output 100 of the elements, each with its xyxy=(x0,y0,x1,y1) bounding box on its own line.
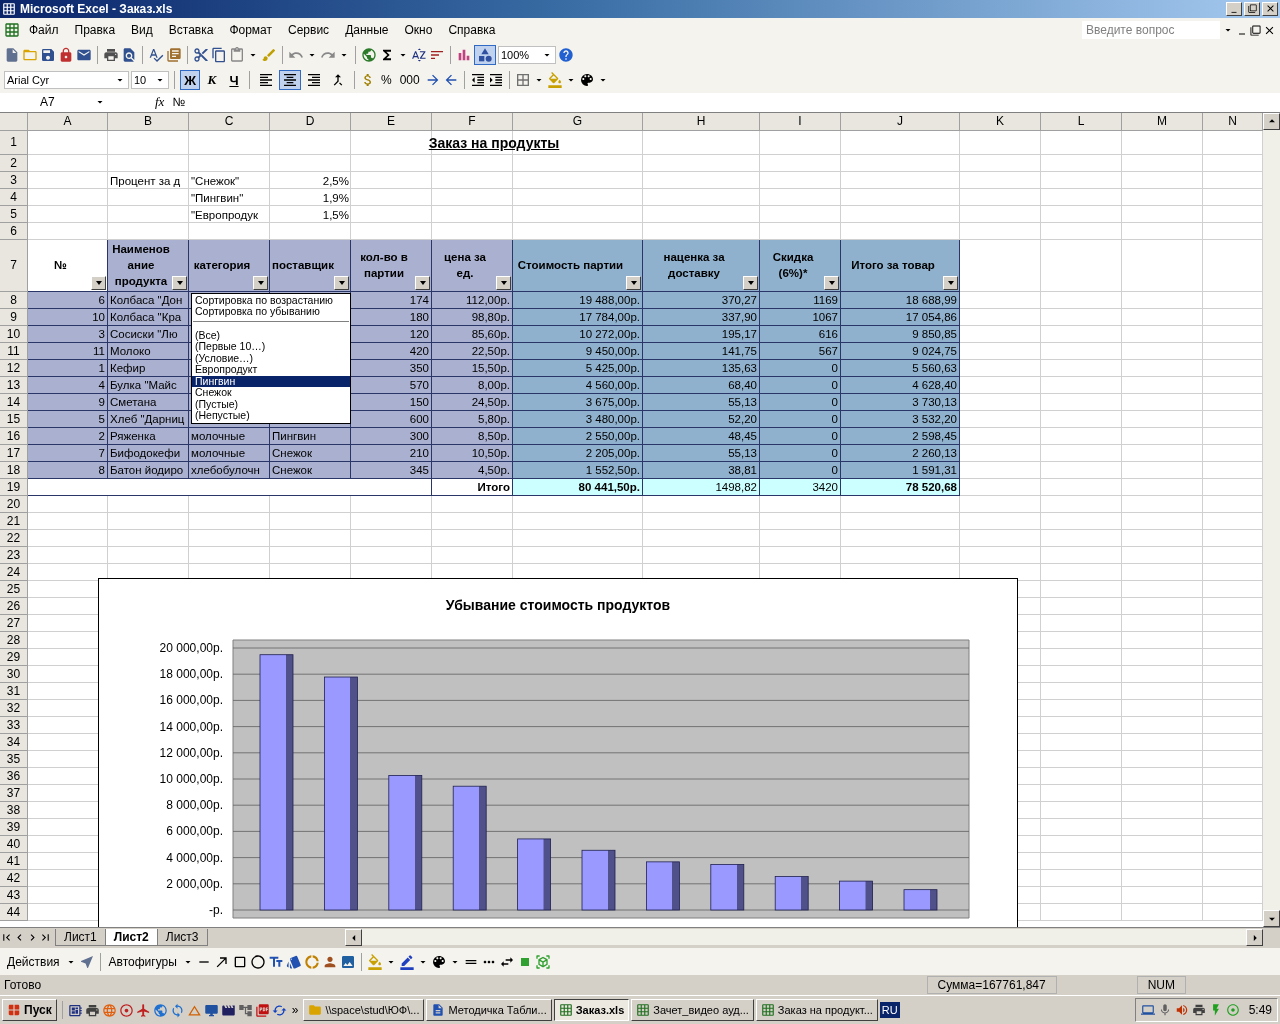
cube-icon[interactable] xyxy=(534,953,551,970)
menu-option[interactable]: (Условие…) xyxy=(192,352,350,365)
app-launcher-icon[interactable] xyxy=(237,1002,253,1018)
menu-option[interactable]: Сортировка по убыванию xyxy=(192,306,350,318)
fill-color-icon[interactable] xyxy=(366,953,383,970)
taskbar-button[interactable]: Заказ на продукт... xyxy=(755,999,878,1022)
filter-button[interactable] xyxy=(91,275,106,290)
menu-option[interactable]: (Первые 10…) xyxy=(192,341,350,353)
new-file-icon[interactable] xyxy=(4,47,20,64)
lock-icon[interactable] xyxy=(58,47,74,64)
line-color-icon[interactable] xyxy=(398,953,415,970)
font-color-icon[interactable] xyxy=(578,72,595,89)
filter-button[interactable] xyxy=(253,275,268,290)
font-style-button[interactable]: К xyxy=(202,70,222,91)
copy-icon[interactable] xyxy=(211,47,227,64)
spellcheck-icon[interactable] xyxy=(148,47,164,64)
menu-option[interactable]: (Пустые) xyxy=(192,398,350,411)
speaker-icon[interactable] xyxy=(1174,1003,1189,1018)
axis-label: 2 000,00р. xyxy=(166,876,223,891)
menu-item[interactable]: Вид xyxy=(124,21,160,40)
name-box[interactable]: A7 xyxy=(0,95,110,110)
spreadsheet-icon xyxy=(558,1003,573,1018)
horizontal-scrollbar[interactable] xyxy=(345,929,1263,946)
autoshapes-menu[interactable]: Автофигуры xyxy=(105,954,180,969)
menu-item[interactable]: Сервис xyxy=(281,21,337,40)
menu-item[interactable]: Вставка xyxy=(161,21,221,40)
help-search-field[interactable]: Введите вопрос xyxy=(1082,21,1220,40)
save-icon[interactable] xyxy=(40,47,56,64)
indent-icon[interactable] xyxy=(487,72,504,89)
taskbar-button[interactable]: Заказ.xls xyxy=(553,999,630,1022)
outdent-icon[interactable] xyxy=(469,72,486,89)
help-icon[interactable] xyxy=(558,47,574,64)
filter-button[interactable] xyxy=(172,275,187,290)
book-icon[interactable] xyxy=(166,47,182,64)
sort-ascending-icon[interactable] xyxy=(411,47,427,64)
print-icon[interactable] xyxy=(103,47,119,64)
windows-icon xyxy=(7,1003,21,1018)
filter-button[interactable] xyxy=(334,275,349,290)
filter-button[interactable] xyxy=(824,275,839,290)
taskbar-button[interactable]: Методичка Табли... xyxy=(426,999,552,1022)
menu-option[interactable]: (Непустые) xyxy=(192,410,350,422)
function-button[interactable]: fx xyxy=(155,94,165,111)
menu-option[interactable]: (Все) xyxy=(192,329,350,342)
filter-button[interactable] xyxy=(626,275,641,290)
print-preview-icon[interactable] xyxy=(121,47,137,64)
borders-icon[interactable] xyxy=(514,72,531,89)
zoom-field[interactable]: 100% xyxy=(498,46,556,65)
printer-icon[interactable] xyxy=(1191,1003,1206,1018)
sheet-tab[interactable]: Лист3 xyxy=(156,928,208,946)
filter-button[interactable] xyxy=(415,275,430,290)
menu-item[interactable]: Справка xyxy=(441,21,503,40)
filter-button[interactable] xyxy=(943,275,958,290)
menu-item[interactable]: Формат xyxy=(222,21,280,40)
menu-item[interactable]: Файл xyxy=(22,21,66,40)
app-launcher-icon[interactable] xyxy=(84,1002,100,1018)
font-color-icon[interactable] xyxy=(430,953,447,970)
vertical-scrollbar[interactable] xyxy=(1263,112,1280,928)
start-button[interactable]: Пуск xyxy=(2,999,57,1022)
sheet-tab[interactable]: Лист2 xyxy=(104,928,158,946)
network-icon[interactable] xyxy=(1140,1003,1155,1018)
restore-icon[interactable] xyxy=(1250,24,1261,36)
menu-option[interactable]: Пингвин xyxy=(192,375,350,388)
font-field[interactable]: Arial Cyr xyxy=(4,71,129,90)
fill-color-icon[interactable] xyxy=(546,72,563,89)
font-style-button[interactable]: Ч xyxy=(224,70,244,91)
picture-icon[interactable] xyxy=(339,953,356,970)
diagram-icon[interactable] xyxy=(303,953,320,970)
filter-button[interactable] xyxy=(743,275,758,290)
clock: 5:49 xyxy=(1248,1003,1272,1018)
app-launcher-icon[interactable] xyxy=(67,1002,83,1018)
filter-button[interactable] xyxy=(496,275,511,290)
more-button[interactable]: » xyxy=(288,1003,302,1018)
taskbar-button[interactable]: Зачет_видео ауд... xyxy=(631,999,754,1022)
font-size-field[interactable]: 10 xyxy=(131,71,169,90)
thousands-button[interactable]: 000 xyxy=(396,73,423,88)
taskbar-button[interactable]: \\space\stud\ЮФ\... xyxy=(303,999,425,1022)
language-indicator[interactable]: RU xyxy=(879,1002,900,1019)
app-launcher-icon[interactable] xyxy=(254,1002,270,1018)
menu-option[interactable]: Европродукт xyxy=(192,364,350,376)
workbook-icon[interactable] xyxy=(4,22,20,39)
bar xyxy=(774,876,809,911)
cut-icon[interactable] xyxy=(193,47,209,64)
menu-item[interactable]: Данные xyxy=(338,21,396,40)
formula-field[interactable]: № xyxy=(172,95,186,110)
column-heading: наценка за доставку xyxy=(662,249,726,281)
globe-icon[interactable] xyxy=(361,47,377,64)
menu-option[interactable]: Снежок xyxy=(192,387,350,399)
percent-button[interactable]: % xyxy=(378,73,395,88)
pointer-icon[interactable] xyxy=(78,953,95,970)
table-cell-text: Процент за д xyxy=(109,173,182,189)
wordart-icon[interactable] xyxy=(285,953,302,970)
sheet-tab[interactable]: Лист1 xyxy=(55,928,106,946)
row-number[interactable]: 1 xyxy=(0,130,28,155)
row-number[interactable]: 7 xyxy=(0,239,28,292)
actions-menu[interactable]: Действия xyxy=(4,954,63,969)
app-launcher-icon[interactable] xyxy=(203,1002,219,1018)
menu-option[interactable]: Сортировка по возрастанию xyxy=(192,294,350,307)
menu-item[interactable]: Окно xyxy=(397,21,440,40)
font-style-button[interactable]: Ж xyxy=(180,70,200,91)
menu-item[interactable]: Правка xyxy=(67,21,123,40)
